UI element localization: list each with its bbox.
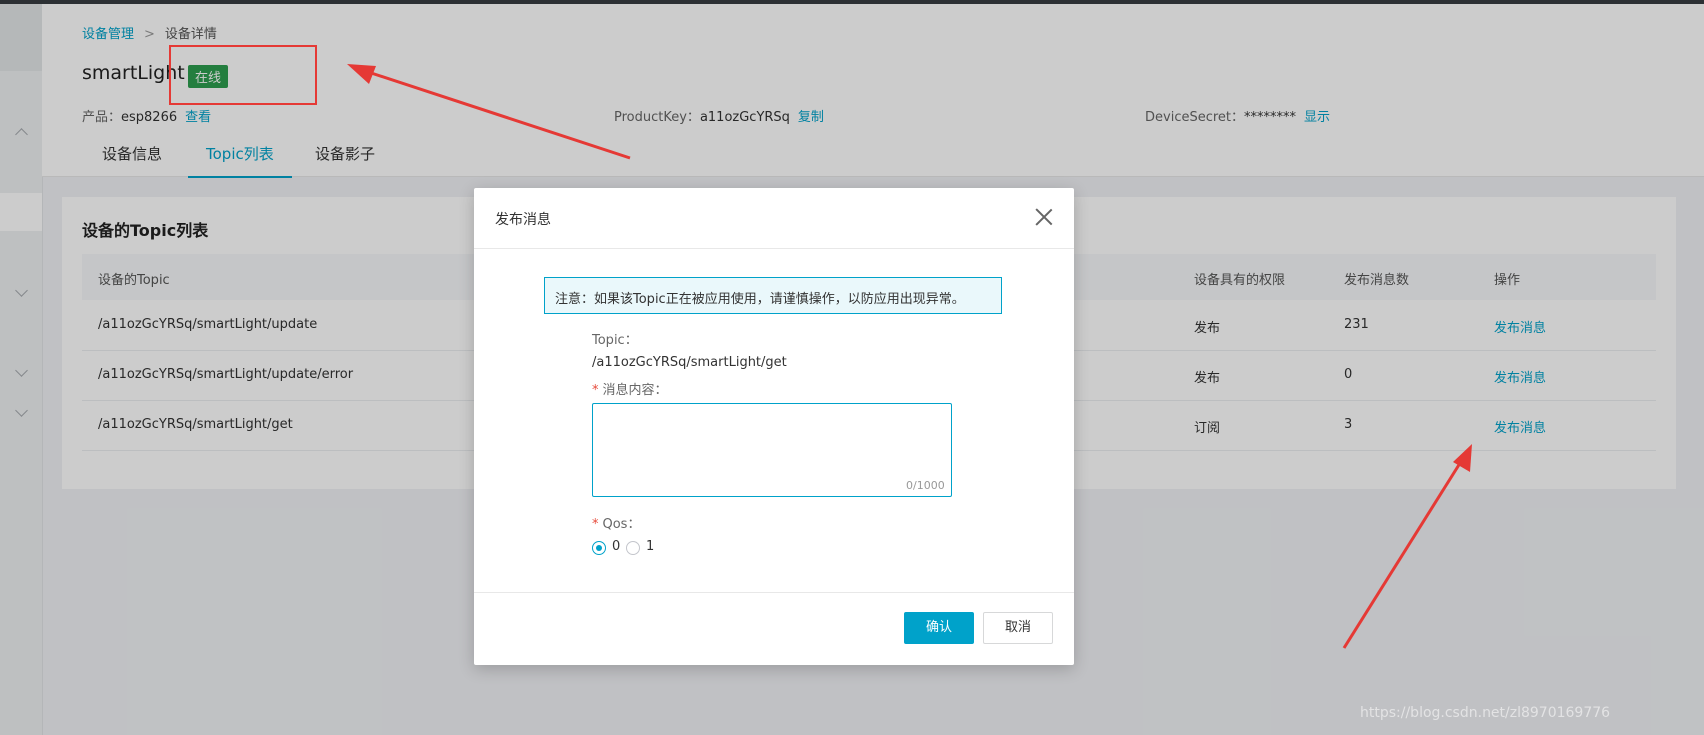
qos-1-label[interactable]: 1 (646, 539, 654, 554)
required-mark: * (592, 383, 599, 398)
topic-value: /a11ozGcYRSq/smartLight/get (592, 355, 787, 370)
qos-label-text: Qos： (602, 517, 641, 532)
message-content-label: * 消息内容： (592, 379, 668, 398)
close-icon[interactable] (1034, 207, 1054, 227)
warning-notice: 注意：如果该Topic正在被应用使用，请谨慎操作，以防应用出现异常。 (544, 277, 1002, 314)
topic-label: Topic： (592, 333, 638, 348)
dialog-title: 发布消息 (495, 212, 551, 228)
dialog-header: 发布消息 (474, 188, 1074, 249)
notice-text: 注意：如果该Topic正在被应用使用，请谨慎操作，以防应用出现异常。 (555, 292, 965, 307)
required-mark: * (592, 517, 599, 532)
status-highlight-box (169, 45, 317, 105)
watermark: https://blog.csdn.net/zl8970169776 (1360, 705, 1611, 721)
qos-0-radio[interactable] (592, 541, 606, 555)
message-content-input[interactable] (592, 403, 952, 497)
qos-1-radio[interactable] (626, 541, 640, 555)
cancel-button[interactable]: 取消 (983, 612, 1053, 644)
qos-label: * Qos： (592, 513, 640, 532)
publish-message-dialog: 发布消息 注意：如果该Topic正在被应用使用，请谨慎操作，以防应用出现异常。 … (474, 188, 1074, 665)
qos-0-label[interactable]: 0 (612, 539, 620, 554)
confirm-button[interactable]: 确认 (904, 612, 974, 644)
message-content-label-text: 消息内容： (602, 383, 668, 398)
char-counter: 0/1000 (906, 479, 945, 492)
dialog-footer-divider (474, 592, 1074, 593)
